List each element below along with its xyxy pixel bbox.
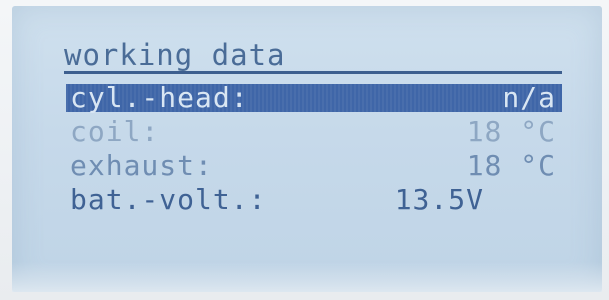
device-photo: working data cyl.-head: n/a coil: 18 °C … [0,0,609,300]
lcd-screen: working data cyl.-head: n/a coil: 18 °C … [64,38,564,248]
screen-title: working data [64,38,286,72]
row-label: bat.-volt.: [70,183,267,216]
row-value: 18 °C [466,115,556,148]
menu-row-exhaust[interactable]: exhaust: 18 °C [66,152,562,180]
row-label: cyl.-head: [70,81,249,114]
row-label: coil: [70,115,160,148]
menu-row-coil[interactable]: coil: 18 °C [66,118,562,146]
menu-row-battery-voltage[interactable]: bat.-volt.: 13.5V [66,186,562,214]
row-label: exhaust: [70,149,213,182]
title-underline [64,71,562,74]
row-value: 18 °C [466,149,556,182]
menu-row-cyl-head[interactable]: cyl.-head: n/a [66,84,562,112]
row-value: 13.5V [394,183,484,216]
row-value: n/a [502,81,556,114]
